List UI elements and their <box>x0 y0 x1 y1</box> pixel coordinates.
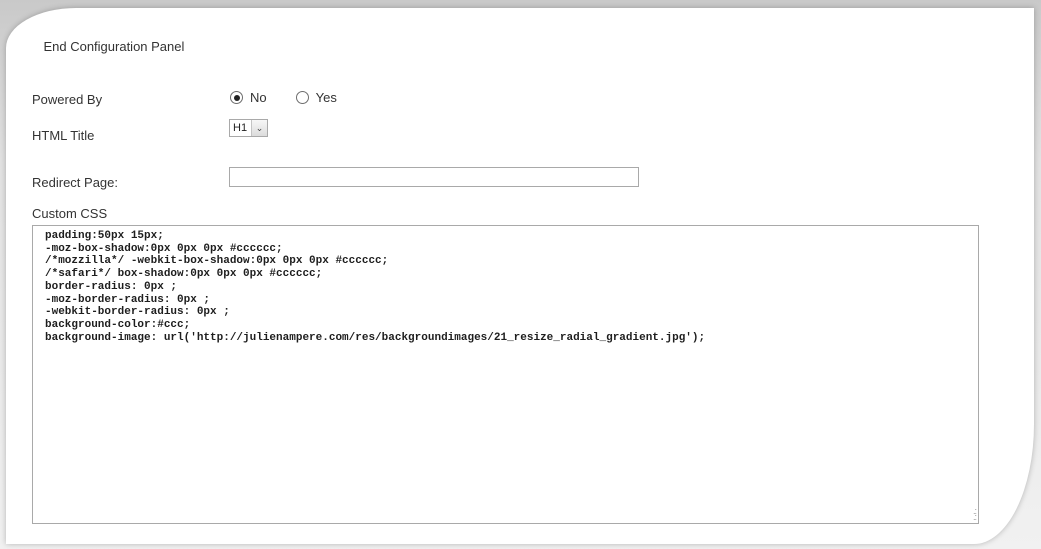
radio-checked-icon[interactable] <box>230 91 243 104</box>
powered-by-yes-label: Yes <box>315 90 337 105</box>
powered-by-no-radio[interactable]: No <box>230 90 267 105</box>
powered-by-yes-radio[interactable]: Yes <box>295 90 337 105</box>
configuration-panel: nt End Configuration Panel Powered By No… <box>0 0 1041 549</box>
html-title-selected-value: H1 <box>233 122 248 134</box>
panel-title: nt End Configuration Panel <box>40 39 185 54</box>
html-title-label: HTML Title <box>32 128 95 143</box>
powered-by-no-label: No <box>250 90 267 105</box>
chevron-down-icon[interactable]: ⌄ <box>251 120 268 136</box>
custom-css-textarea[interactable]: padding:50px 15px; -moz-box-shadow:0px 0… <box>32 225 979 524</box>
redirect-page-label: Redirect Page: <box>32 175 118 190</box>
powered-by-radio-group: No Yes <box>230 90 337 105</box>
custom-css-label: Custom CSS <box>32 206 108 221</box>
resize-grip-icon[interactable]: .:.: <box>964 507 977 522</box>
powered-by-label: Powered By <box>32 92 103 107</box>
radio-unchecked-icon[interactable] <box>295 91 309 104</box>
redirect-page-input[interactable] <box>229 167 639 187</box>
html-title-select[interactable]: H1 ⌄ <box>229 119 269 137</box>
